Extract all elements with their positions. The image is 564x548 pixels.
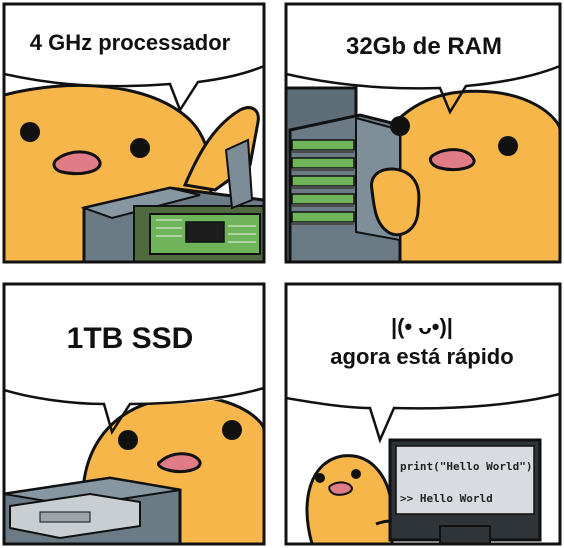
right-eye-icon	[130, 138, 150, 158]
left-eye-icon	[118, 430, 138, 450]
panel-1: 4 GHz processador	[4, 4, 264, 262]
monitor: print("Hello World") >> Hello World	[388, 438, 542, 544]
panel-1-caption: 4 GHz processador	[30, 30, 231, 55]
monitor-output-line: >> Hello World	[400, 492, 493, 505]
mouth-icon	[328, 481, 354, 496]
left-eye-icon	[315, 473, 325, 483]
panel-4-caption: agora está rápido	[330, 344, 513, 369]
panel-3-caption: 1TB SSD	[67, 322, 194, 355]
monitor-code-line: print("Hello World")	[400, 460, 532, 473]
left-eye-icon	[20, 122, 40, 142]
panel-4: print("Hello World") >> Hello World |(• …	[286, 284, 560, 544]
panel-4-face-text: |(• ᴗ•)|	[391, 314, 453, 339]
right-eye-icon	[222, 420, 242, 440]
mouth-icon	[428, 148, 476, 172]
right-eye-icon	[498, 136, 518, 156]
cpu-chip-icon	[185, 221, 225, 243]
panel-3: 1TB SSD	[4, 284, 264, 544]
panel-2: 32Gb de RAM	[286, 4, 560, 262]
right-eye-icon	[351, 469, 361, 479]
comic-strip: 4 GHz processador 32Gb de RAM 1TB SSD pr…	[0, 0, 564, 548]
mouth-icon	[52, 150, 102, 176]
left-eye-icon	[390, 116, 410, 136]
panel-2-caption: 32Gb de RAM	[346, 33, 502, 60]
